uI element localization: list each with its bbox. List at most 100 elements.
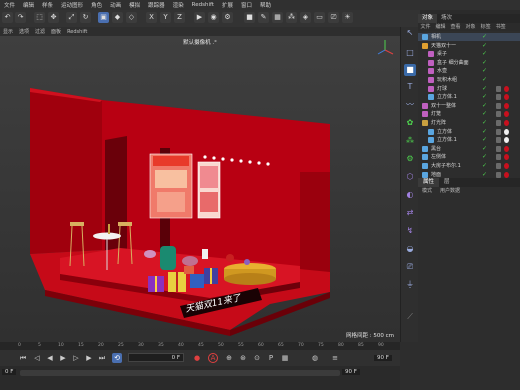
environment-icon[interactable]: ◒ [404,243,416,255]
object-row[interactable]: 玩积木组 ✓ [418,76,520,84]
visibility-check-icon[interactable]: ✓ [482,136,487,144]
material-tag-icon[interactable] [496,102,501,109]
deformer-tool-icon[interactable]: ⬡ [404,171,416,183]
visibility-check-icon[interactable]: ✓ [482,85,487,93]
object-row[interactable]: 立方体 ✓ [418,128,520,136]
visibility-check-icon[interactable]: ✓ [482,110,487,118]
camera-tool-icon[interactable]: ⎚ [404,261,416,273]
menu-item[interactable]: 动画 [106,1,125,9]
twist-icon[interactable]: ↯ [404,225,416,237]
scale-icon[interactable]: ⤢ [66,12,77,23]
range-end-field[interactable]: 90 F [342,369,360,375]
viewport-menu-item[interactable]: 面板 [48,28,64,35]
next-key-icon[interactable]: ▶ [84,353,94,363]
pen-icon[interactable]: ✎ [258,12,269,23]
tab-attributes[interactable]: 属性 [418,178,440,187]
rect-select-icon[interactable]: □ [404,47,416,59]
mograph-icon[interactable]: ✿ [404,117,416,129]
current-frame-field[interactable]: 0 F [128,353,184,362]
knife-icon[interactable]: ⟋ [404,311,416,323]
prev-frame-icon[interactable]: ◀ [45,353,55,363]
go-end-icon[interactable]: ⏭ [97,353,107,363]
range-end-field-2[interactable]: 90 F [374,355,392,361]
attr-userdata-menu[interactable]: 用户数据 [436,187,464,195]
camera-icon[interactable]: ⎚ [328,12,339,23]
visibility-check-icon[interactable]: ✓ [482,67,487,75]
effector-icon[interactable]: ⚙ [404,153,416,165]
pointer-icon[interactable]: ↖ [404,27,416,39]
material-tag-icon[interactable] [496,163,501,169]
light-icon[interactable]: ☀ [342,12,353,23]
auto-key-icon[interactable]: A [208,353,218,363]
key-param-icon[interactable]: P [266,353,276,363]
axis-y-icon[interactable]: Y [160,12,171,23]
undo-icon[interactable]: ↶ [2,12,13,23]
material-tag-icon[interactable] [496,120,501,126]
viewport[interactable]: 天猫双11来了 默认摄像机 .° 网格间距 : 500 cm [0,36,400,342]
object-row[interactable]: 水壶 ✓ [418,67,520,75]
visibility-check-icon[interactable]: ✓ [482,93,487,101]
visibility-check-icon[interactable]: ✓ [482,33,487,41]
rotate-icon[interactable]: ↻ [80,12,91,23]
menu-item[interactable]: 编辑 [19,1,38,9]
redo-icon[interactable]: ↷ [15,12,26,23]
material-tag-icon[interactable] [504,102,509,109]
menu-item[interactable]: 模拟 [125,1,144,9]
menu-item[interactable]: Redshift [188,2,218,8]
render-settings-icon[interactable]: ⚙ [222,12,233,23]
viewport-menu-item[interactable]: Redshift [64,29,90,35]
material-tag-icon[interactable] [504,111,509,118]
text-icon[interactable]: T [404,81,416,93]
object-row[interactable]: 立方体.1 ✓ [418,136,520,144]
move-icon[interactable]: ✥ [48,12,59,23]
material-tag-icon[interactable] [504,145,509,152]
motion-icon[interactable]: ◍ [310,353,320,363]
select-icon[interactable]: ⬚ [34,12,45,23]
material-tag-icon[interactable] [504,128,509,135]
play-icon[interactable]: ▶ [58,353,68,363]
visibility-check-icon[interactable]: ✓ [482,76,487,84]
axis-x-icon[interactable]: X [146,12,157,23]
material-tag-icon[interactable] [496,85,501,92]
object-row[interactable]: 黑台 ✓ [418,145,520,153]
object-menu-item[interactable]: 对象 [463,23,478,31]
range-slider[interactable] [20,370,340,376]
viewport-menu-item[interactable]: 显示 [0,28,16,35]
next-frame-icon[interactable]: ▷ [71,353,81,363]
material-tag-icon[interactable] [496,145,501,152]
material-tag-icon[interactable] [504,163,509,169]
menu-item[interactable]: 文件 [0,1,19,9]
material-tag-icon[interactable] [496,94,501,101]
points-mode-icon[interactable]: ◆ [112,12,123,23]
material-tag-icon[interactable] [504,137,509,144]
visibility-check-icon[interactable]: ✓ [482,119,487,127]
timeline-ruler[interactable]: 0 5 10 15 20 25 30 35 40 45 50 55 60 65 70 75 80 85 90 [0,342,400,350]
visibility-check-icon[interactable]: ✓ [482,42,487,50]
loop-icon[interactable]: ⟲ [112,353,122,363]
object-row[interactable]: 天猫双十一 ✓ [418,42,520,50]
material-tag-icon[interactable] [504,154,509,161]
visibility-check-icon[interactable]: ✓ [482,145,487,153]
material-tag-icon[interactable] [504,171,509,178]
tab-takes[interactable]: 场次 [437,14,456,23]
object-menu-item[interactable]: 查看 [448,23,463,31]
object-row[interactable]: 灯球 ✓ [418,85,520,93]
object-menu-item[interactable]: 标签 [478,23,493,31]
menu-item[interactable]: 运动图形 [57,1,87,9]
range-start-field[interactable]: 0 F [2,369,17,375]
spline-icon[interactable]: 〰 [404,99,416,111]
menu-item[interactable]: 渲染 [169,1,188,9]
cloner-icon[interactable]: ⁂ [404,135,416,147]
key-scale-icon[interactable]: ⊙ [252,353,262,363]
viewport-menu-item[interactable]: 过滤 [32,28,48,35]
cube-icon[interactable]: ■ [244,12,255,23]
timeline-settings-icon[interactable]: ≡ [330,353,340,363]
object-menu-item[interactable]: 编辑 [433,23,448,31]
bend-icon[interactable]: ◐ [404,189,416,201]
symmetry-icon[interactable]: ⇄ [404,207,416,219]
model-mode-icon[interactable]: ▣ [98,12,109,23]
key-pla-icon[interactable]: ▦ [280,353,290,363]
prev-key-icon[interactable]: ◁ [32,353,42,363]
object-row[interactable]: 盒子 细分曲面 ✓ [418,59,520,67]
object-row[interactable]: 大房子布尔.1 ✓ [418,162,520,170]
